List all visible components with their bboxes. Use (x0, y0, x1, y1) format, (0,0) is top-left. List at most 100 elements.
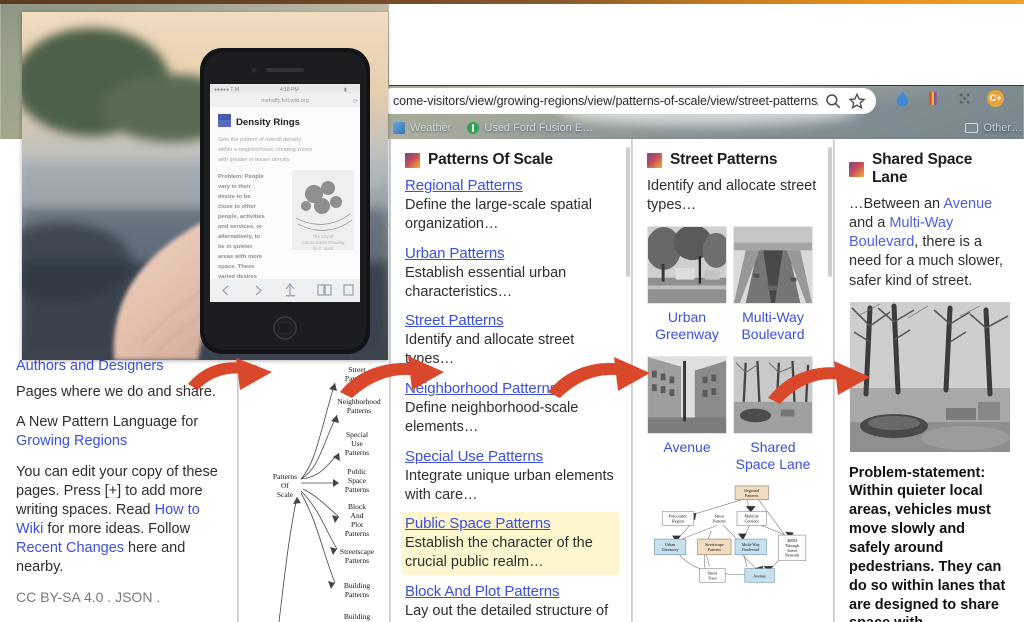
phone-photograph: ●●●●● T-M 4:18 PM ▮ mehaffy.fed.wiki.org… (22, 12, 388, 360)
bookmark-used-ford-fusion[interactable]: Used Ford Fusion E… (467, 122, 593, 134)
item-desc: Identify and allocate street types… (405, 332, 575, 368)
svg-text:Patterns: Patterns (345, 529, 369, 538)
street-patterns-graph: Regional Patterns Polycentric Region Stree… (647, 482, 819, 605)
svg-text:areas with more: areas with more (218, 254, 263, 260)
item-link-special-use-patterns[interactable]: Special Use Patterns (405, 448, 617, 466)
list-item[interactable]: Urban Patterns Establish essential urban… (405, 245, 617, 302)
multi-way-boulevard-photo (733, 226, 813, 305)
bookmark-weather-label: Weather (410, 122, 452, 134)
problem-statement: Problem-statement: Within quieter local … (849, 464, 1010, 622)
extension-icons: C+ (894, 90, 1004, 107)
svg-text:Building: Building (344, 581, 371, 590)
page-flag-icon (647, 152, 662, 168)
item-link-neighborhood-patterns[interactable]: Neighborhood Patterns (405, 380, 617, 398)
page-title: Patterns Of Scale (428, 151, 553, 168)
authors-paragraph-2: A New Pattern Language for Growing Regio… (16, 413, 221, 451)
thumbnail-multi-way-boulevard[interactable]: Multi-Way Boulevard (733, 226, 813, 342)
svg-text:Special: Special (346, 430, 368, 439)
svg-text:Space: Space (348, 476, 367, 485)
authors-p2-prefix: A New Pattern Language for (16, 414, 199, 431)
svg-text:Of: Of (281, 481, 289, 490)
thumbnail-urban-greenway[interactable]: Urban Greenway (647, 226, 727, 342)
page-header-patterns-of-scale: Patterns Of Scale (405, 139, 617, 177)
page-title: Street Patterns (670, 151, 778, 168)
svg-text:Patterns: Patterns (713, 519, 727, 524)
svg-text:alternatively, to: alternatively, to (218, 234, 261, 240)
svg-text:Patterns: Patterns (345, 556, 369, 565)
lede-a: …Between an (849, 196, 944, 212)
svg-text:Patterns: Patterns (345, 485, 369, 494)
svg-text:Street: Street (348, 365, 366, 374)
svg-text:mehaffy.fed.wiki.org: mehaffy.fed.wiki.org (261, 98, 308, 104)
rainbow-extension-icon[interactable] (925, 90, 942, 107)
link-authors-and-designers[interactable]: Authors and Designers (16, 358, 164, 374)
arrow-up-favicon (467, 122, 480, 134)
svg-text:Patterns: Patterns (273, 472, 297, 481)
bookmark-weather[interactable]: Weather (393, 122, 451, 134)
column-scrollbar[interactable] (626, 147, 630, 277)
list-item[interactable]: Regional Patterns Define the large-scale… (405, 177, 617, 234)
svg-text:The City of: The City of (312, 234, 334, 239)
item-link-public-space-patterns[interactable]: Public Space Patterns (405, 515, 617, 533)
item-link-block-and-plot-patterns[interactable]: Block And Plot Patterns (405, 583, 617, 601)
item-link-street-patterns[interactable]: Street Patterns (405, 312, 617, 330)
link-recent-changes[interactable]: Recent Changes (16, 540, 124, 556)
search-icon[interactable] (824, 92, 842, 110)
thumbnail-avenue[interactable]: Avenue (647, 356, 727, 472)
urban-greenway-photo (647, 226, 727, 305)
svg-text:And: And (351, 511, 364, 520)
svg-text:by C. Kidd: by C. Kidd (313, 246, 334, 251)
svg-text:close to other: close to other (218, 204, 257, 210)
svg-text:space. These: space. These (218, 264, 255, 270)
blue-drop-extension-icon[interactable] (894, 90, 911, 107)
authors-paragraph-3: You can edit your copy of these pages. P… (16, 463, 221, 578)
shared-space-lane-large-photo (849, 301, 1010, 452)
svg-text:Communities Drawing: Communities Drawing (302, 240, 346, 245)
page-title: Shared Space Lane (872, 151, 973, 186)
thumbnail-caption[interactable]: Multi-Way Boulevard (733, 309, 813, 342)
column-scrollbar[interactable] (828, 147, 832, 277)
link-growing-regions[interactable]: Growing Regions (16, 433, 127, 449)
street-type-thumbnails: Urban Greenway Multi-Way Boulevard (647, 226, 819, 342)
svg-text:people, activities: people, activities (218, 214, 265, 220)
svg-text:Patterns: Patterns (745, 493, 759, 498)
list-item[interactable]: Neighborhood Patterns Define neighborhoo… (405, 380, 617, 437)
list-item[interactable]: Special Use Patterns Integrate unique ur… (405, 448, 617, 505)
other-bookmarks-folder[interactable]: Other… (965, 122, 1022, 134)
svg-text:Region: Region (672, 519, 684, 524)
profile-avatar[interactable]: C+ (987, 90, 1004, 107)
svg-text:▮: ▮ (344, 87, 347, 93)
item-desc: Integrate unique urban elements with car… (405, 467, 614, 503)
list-item[interactable]: Street Patterns Identify and allocate st… (405, 312, 617, 369)
list-item[interactable]: Block And Plot Patterns Lay out the deta… (405, 583, 617, 622)
link-avenue[interactable]: Avenue (943, 196, 992, 212)
address-bar[interactable]: come-visitors/view/growing-regions/view/… (379, 88, 876, 114)
problem-statement-text: Within quieter local areas, vehicles mus… (849, 483, 1006, 622)
item-link-urban-patterns[interactable]: Urban Patterns (405, 245, 617, 263)
page-header-street-patterns: Street Patterns (647, 139, 819, 177)
browser-toolbar: come-visitors/view/growing-regions/view/… (379, 86, 1024, 116)
svg-text:Trees: Trees (708, 576, 717, 581)
svg-text:with greater or lesser density: with greater or lesser density. (217, 157, 291, 163)
list-item-highlighted[interactable]: Public Space Patterns Establish the char… (405, 515, 617, 573)
item-link-regional-patterns[interactable]: Regional Patterns (405, 177, 617, 195)
patterns-of-scale-graph-svg: PatternsOfScale StreetPatterns Neighborh… (273, 365, 381, 622)
svg-text:Boulevard: Boulevard (742, 547, 760, 552)
other-bookmarks-label: Other… (983, 122, 1022, 134)
thumbnail-caption[interactable]: Shared Space Lane (733, 439, 813, 472)
item-desc: Lay out the detailed structure of proper… (405, 603, 609, 622)
svg-text:Patterns: Patterns (347, 406, 371, 415)
bookmark-used-ford-fusion-label: Used Ford Fusion E… (484, 122, 594, 134)
svg-text:4:18 PM: 4:18 PM (280, 87, 299, 93)
thumbnail-shared-space-lane[interactable]: Shared Space Lane (733, 356, 813, 472)
thumbnail-caption[interactable]: Urban Greenway (647, 309, 727, 342)
apps-grid-icon[interactable] (956, 90, 973, 107)
svg-text:Corridor: Corridor (745, 519, 760, 524)
thumbnail-caption[interactable]: Avenue (647, 439, 727, 456)
phone-photo-svg: ●●●●● T-M 4:18 PM ▮ mehaffy.fed.wiki.org… (22, 12, 388, 360)
weather-favicon (393, 122, 405, 134)
star-icon[interactable] (848, 92, 866, 110)
svg-text:Avenue: Avenue (753, 574, 766, 579)
svg-text:within a neighborhood, creatin: within a neighborhood, creating zones (217, 147, 312, 153)
bookmarks-bar: Weather Used Ford Fusion E… Other… (389, 117, 1024, 139)
